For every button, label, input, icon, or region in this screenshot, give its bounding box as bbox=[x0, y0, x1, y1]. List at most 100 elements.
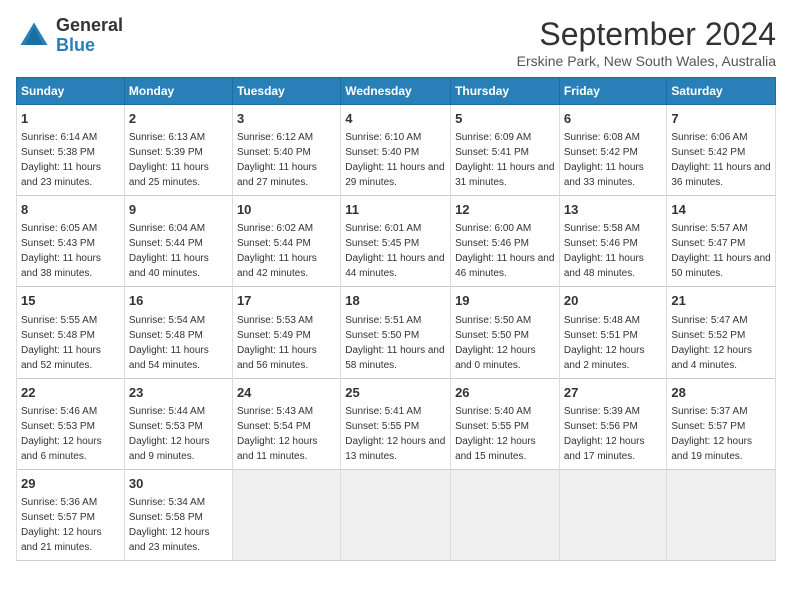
day-info: Sunrise: 5:54 AMSunset: 5:48 PMDaylight:… bbox=[129, 315, 209, 371]
table-cell: 5 Sunrise: 6:09 AMSunset: 5:41 PMDayligh… bbox=[451, 105, 560, 196]
day-info: Sunrise: 5:47 AMSunset: 5:52 PMDaylight:… bbox=[671, 315, 752, 371]
table-cell: 12 Sunrise: 6:00 AMSunset: 5:46 PMDaylig… bbox=[451, 196, 560, 287]
day-number: 26 bbox=[455, 384, 555, 402]
logo: General Blue bbox=[16, 16, 123, 56]
day-number: 24 bbox=[237, 384, 336, 402]
day-number: 10 bbox=[237, 201, 336, 219]
day-info: Sunrise: 6:06 AMSunset: 5:42 PMDaylight:… bbox=[671, 132, 770, 188]
day-info: Sunrise: 6:05 AMSunset: 5:43 PMDaylight:… bbox=[21, 223, 101, 279]
day-number: 5 bbox=[455, 110, 555, 128]
table-cell: 10 Sunrise: 6:02 AMSunset: 5:44 PMDaylig… bbox=[232, 196, 340, 287]
day-number: 19 bbox=[455, 292, 555, 310]
day-number: 20 bbox=[564, 292, 663, 310]
day-number: 14 bbox=[671, 201, 771, 219]
calendar-body: 1 Sunrise: 6:14 AMSunset: 5:38 PMDayligh… bbox=[17, 105, 776, 561]
table-cell: 14 Sunrise: 5:57 AMSunset: 5:47 PMDaylig… bbox=[667, 196, 776, 287]
day-number: 3 bbox=[237, 110, 336, 128]
day-number: 1 bbox=[21, 110, 120, 128]
table-cell: 3 Sunrise: 6:12 AMSunset: 5:40 PMDayligh… bbox=[232, 105, 340, 196]
table-cell: 11 Sunrise: 6:01 AMSunset: 5:45 PMDaylig… bbox=[341, 196, 451, 287]
table-row: 29 Sunrise: 5:36 AMSunset: 5:57 PMDaylig… bbox=[17, 469, 776, 560]
day-info: Sunrise: 5:39 AMSunset: 5:56 PMDaylight:… bbox=[564, 406, 645, 462]
day-info: Sunrise: 5:37 AMSunset: 5:57 PMDaylight:… bbox=[671, 406, 752, 462]
day-info: Sunrise: 5:51 AMSunset: 5:50 PMDaylight:… bbox=[345, 315, 444, 371]
day-info: Sunrise: 6:04 AMSunset: 5:44 PMDaylight:… bbox=[129, 223, 209, 279]
table-cell: 26 Sunrise: 5:40 AMSunset: 5:55 PMDaylig… bbox=[451, 378, 560, 469]
table-cell: 9 Sunrise: 6:04 AMSunset: 5:44 PMDayligh… bbox=[124, 196, 232, 287]
table-cell: 27 Sunrise: 5:39 AMSunset: 5:56 PMDaylig… bbox=[559, 378, 667, 469]
col-saturday: Saturday bbox=[667, 78, 776, 105]
table-cell bbox=[667, 469, 776, 560]
col-thursday: Thursday bbox=[451, 78, 560, 105]
day-info: Sunrise: 5:57 AMSunset: 5:47 PMDaylight:… bbox=[671, 223, 770, 279]
table-cell: 15 Sunrise: 5:55 AMSunset: 5:48 PMDaylig… bbox=[17, 287, 125, 378]
day-number: 25 bbox=[345, 384, 446, 402]
day-info: Sunrise: 5:58 AMSunset: 5:46 PMDaylight:… bbox=[564, 223, 644, 279]
day-info: Sunrise: 5:43 AMSunset: 5:54 PMDaylight:… bbox=[237, 406, 318, 462]
table-cell: 29 Sunrise: 5:36 AMSunset: 5:57 PMDaylig… bbox=[17, 469, 125, 560]
calendar-table: Sunday Monday Tuesday Wednesday Thursday… bbox=[16, 77, 776, 561]
table-cell: 19 Sunrise: 5:50 AMSunset: 5:50 PMDaylig… bbox=[451, 287, 560, 378]
col-sunday: Sunday bbox=[17, 78, 125, 105]
day-number: 6 bbox=[564, 110, 663, 128]
table-cell: 1 Sunrise: 6:14 AMSunset: 5:38 PMDayligh… bbox=[17, 105, 125, 196]
day-info: Sunrise: 5:46 AMSunset: 5:53 PMDaylight:… bbox=[21, 406, 102, 462]
table-cell: 4 Sunrise: 6:10 AMSunset: 5:40 PMDayligh… bbox=[341, 105, 451, 196]
location-subtitle: Erskine Park, New South Wales, Australia bbox=[517, 53, 776, 69]
table-cell: 25 Sunrise: 5:41 AMSunset: 5:55 PMDaylig… bbox=[341, 378, 451, 469]
table-cell: 7 Sunrise: 6:06 AMSunset: 5:42 PMDayligh… bbox=[667, 105, 776, 196]
day-info: Sunrise: 6:09 AMSunset: 5:41 PMDaylight:… bbox=[455, 132, 554, 188]
logo-text: General Blue bbox=[56, 16, 123, 56]
table-cell: 24 Sunrise: 5:43 AMSunset: 5:54 PMDaylig… bbox=[232, 378, 340, 469]
day-number: 16 bbox=[129, 292, 228, 310]
day-number: 8 bbox=[21, 201, 120, 219]
logo-general: General bbox=[56, 16, 123, 36]
col-wednesday: Wednesday bbox=[341, 78, 451, 105]
table-cell: 18 Sunrise: 5:51 AMSunset: 5:50 PMDaylig… bbox=[341, 287, 451, 378]
day-number: 13 bbox=[564, 201, 663, 219]
day-info: Sunrise: 5:34 AMSunset: 5:58 PMDaylight:… bbox=[129, 497, 210, 553]
day-info: Sunrise: 6:08 AMSunset: 5:42 PMDaylight:… bbox=[564, 132, 644, 188]
table-cell: 8 Sunrise: 6:05 AMSunset: 5:43 PMDayligh… bbox=[17, 196, 125, 287]
day-number: 15 bbox=[21, 292, 120, 310]
calendar-header: Sunday Monday Tuesday Wednesday Thursday… bbox=[17, 78, 776, 105]
table-cell bbox=[451, 469, 560, 560]
table-cell: 30 Sunrise: 5:34 AMSunset: 5:58 PMDaylig… bbox=[124, 469, 232, 560]
col-tuesday: Tuesday bbox=[232, 78, 340, 105]
day-number: 4 bbox=[345, 110, 446, 128]
day-number: 27 bbox=[564, 384, 663, 402]
day-number: 23 bbox=[129, 384, 228, 402]
day-info: Sunrise: 5:53 AMSunset: 5:49 PMDaylight:… bbox=[237, 315, 317, 371]
day-number: 9 bbox=[129, 201, 228, 219]
table-cell: 23 Sunrise: 5:44 AMSunset: 5:53 PMDaylig… bbox=[124, 378, 232, 469]
col-friday: Friday bbox=[559, 78, 667, 105]
day-info: Sunrise: 6:13 AMSunset: 5:39 PMDaylight:… bbox=[129, 132, 209, 188]
day-number: 12 bbox=[455, 201, 555, 219]
table-cell: 22 Sunrise: 5:46 AMSunset: 5:53 PMDaylig… bbox=[17, 378, 125, 469]
day-number: 7 bbox=[671, 110, 771, 128]
table-row: 1 Sunrise: 6:14 AMSunset: 5:38 PMDayligh… bbox=[17, 105, 776, 196]
logo-blue: Blue bbox=[56, 36, 123, 56]
month-title: September 2024 bbox=[517, 16, 776, 53]
table-cell: 6 Sunrise: 6:08 AMSunset: 5:42 PMDayligh… bbox=[559, 105, 667, 196]
day-number: 11 bbox=[345, 201, 446, 219]
table-cell: 17 Sunrise: 5:53 AMSunset: 5:49 PMDaylig… bbox=[232, 287, 340, 378]
day-info: Sunrise: 5:55 AMSunset: 5:48 PMDaylight:… bbox=[21, 315, 101, 371]
day-number: 29 bbox=[21, 475, 120, 493]
header-row: Sunday Monday Tuesday Wednesday Thursday… bbox=[17, 78, 776, 105]
day-number: 17 bbox=[237, 292, 336, 310]
table-row: 22 Sunrise: 5:46 AMSunset: 5:53 PMDaylig… bbox=[17, 378, 776, 469]
day-info: Sunrise: 5:48 AMSunset: 5:51 PMDaylight:… bbox=[564, 315, 645, 371]
day-info: Sunrise: 6:10 AMSunset: 5:40 PMDaylight:… bbox=[345, 132, 444, 188]
day-info: Sunrise: 5:41 AMSunset: 5:55 PMDaylight:… bbox=[345, 406, 445, 462]
page-header: General Blue September 2024 Erskine Park… bbox=[16, 16, 776, 69]
day-number: 2 bbox=[129, 110, 228, 128]
table-cell bbox=[341, 469, 451, 560]
table-cell: 16 Sunrise: 5:54 AMSunset: 5:48 PMDaylig… bbox=[124, 287, 232, 378]
table-cell: 21 Sunrise: 5:47 AMSunset: 5:52 PMDaylig… bbox=[667, 287, 776, 378]
table-cell: 2 Sunrise: 6:13 AMSunset: 5:39 PMDayligh… bbox=[124, 105, 232, 196]
day-number: 30 bbox=[129, 475, 228, 493]
table-cell bbox=[559, 469, 667, 560]
day-info: Sunrise: 6:14 AMSunset: 5:38 PMDaylight:… bbox=[21, 132, 101, 188]
table-row: 15 Sunrise: 5:55 AMSunset: 5:48 PMDaylig… bbox=[17, 287, 776, 378]
